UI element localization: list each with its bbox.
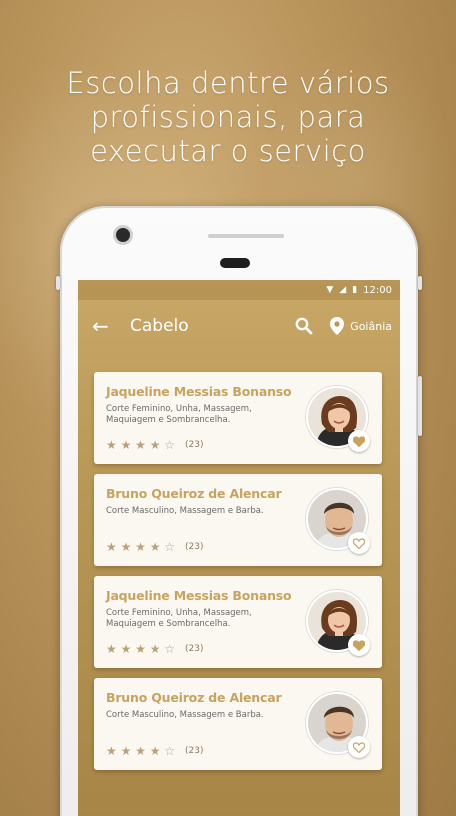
star-rating-icon: ★ ★ ★ ★ ☆ [106,438,176,452]
promo-headline: Escolha dentre vários profissionais, par… [0,66,456,168]
category-title: Cabelo [130,316,189,336]
phone-camera [116,228,130,242]
professional-services: Corte Masculino, Massagem e Barba. [106,506,264,516]
review-count: (23) [185,440,204,450]
professional-card[interactable]: Jaqueline Messias Bonanso Corte Feminino… [94,576,382,668]
location-pin-icon [330,317,345,335]
status-bar: ▼ ◢ ▮ 12:00 [78,280,400,300]
professional-card[interactable]: Jaqueline Messias Bonanso Corte Feminino… [94,372,382,464]
professional-name: Bruno Queiroz de Alencar [106,690,282,705]
rating: ★ ★ ★ ★ ☆ (23) [106,744,204,758]
review-count: (23) [185,746,204,756]
professional-services: Corte Feminino, Unha, Massagem, Maquiage… [106,608,252,629]
wifi-icon: ▼ [326,285,334,295]
status-time: 12:00 [363,284,392,296]
phone-speaker [220,258,250,268]
rating: ★ ★ ★ ★ ☆ (23) [106,642,204,656]
signal-icon: ◢ [339,285,347,295]
favorite-heart-icon[interactable] [348,634,370,656]
app-bar: ← Cabelo Goiânia [78,300,400,352]
review-count: (23) [185,542,204,552]
rating: ★ ★ ★ ★ ☆ (23) [106,438,204,452]
headline-line-3: executar o serviço [90,134,366,168]
favorite-heart-icon[interactable] [348,532,370,554]
star-rating-icon: ★ ★ ★ ★ ☆ [106,540,176,554]
battery-icon: ▮ [352,285,358,295]
professional-services: Corte Feminino, Unha, Massagem, Maquiage… [106,404,252,425]
professional-name: Jaqueline Messias Bonanso [106,384,292,399]
phone-volume-button [418,376,422,436]
review-count: (23) [185,644,204,654]
favorite-heart-icon[interactable] [348,736,370,758]
rating: ★ ★ ★ ★ ☆ (23) [106,540,204,554]
star-rating-icon: ★ ★ ★ ★ ☆ [106,642,176,656]
phone-side-button-right-top [418,276,422,290]
headline-line-1: Escolha dentre vários [66,66,390,100]
headline-line-2: profissionais, para [90,100,366,134]
phone-side-button-left [56,276,60,290]
location-label: Goiânia [350,319,392,333]
professional-card[interactable]: Bruno Queiroz de Alencar Corte Masculino… [94,474,382,566]
professional-card[interactable]: Bruno Queiroz de Alencar Corte Masculino… [94,678,382,770]
app-screen: ▼ ◢ ▮ 12:00 ← Cabelo Goiânia Jaqueline M… [78,280,400,816]
location-selector[interactable]: Goiânia [330,317,392,335]
phone-mockup: ▼ ◢ ▮ 12:00 ← Cabelo Goiânia Jaqueline M… [56,206,422,816]
professional-name: Jaqueline Messias Bonanso [106,588,292,603]
star-rating-icon: ★ ★ ★ ★ ☆ [106,744,176,758]
search-icon[interactable] [290,312,318,340]
professional-name: Bruno Queiroz de Alencar [106,486,282,501]
professional-services: Corte Masculino, Massagem e Barba. [106,710,264,720]
phone-sensor [208,234,284,238]
professional-list: Jaqueline Messias Bonanso Corte Feminino… [94,372,382,780]
favorite-heart-icon[interactable] [348,430,370,452]
back-arrow-icon[interactable]: ← [92,314,120,338]
